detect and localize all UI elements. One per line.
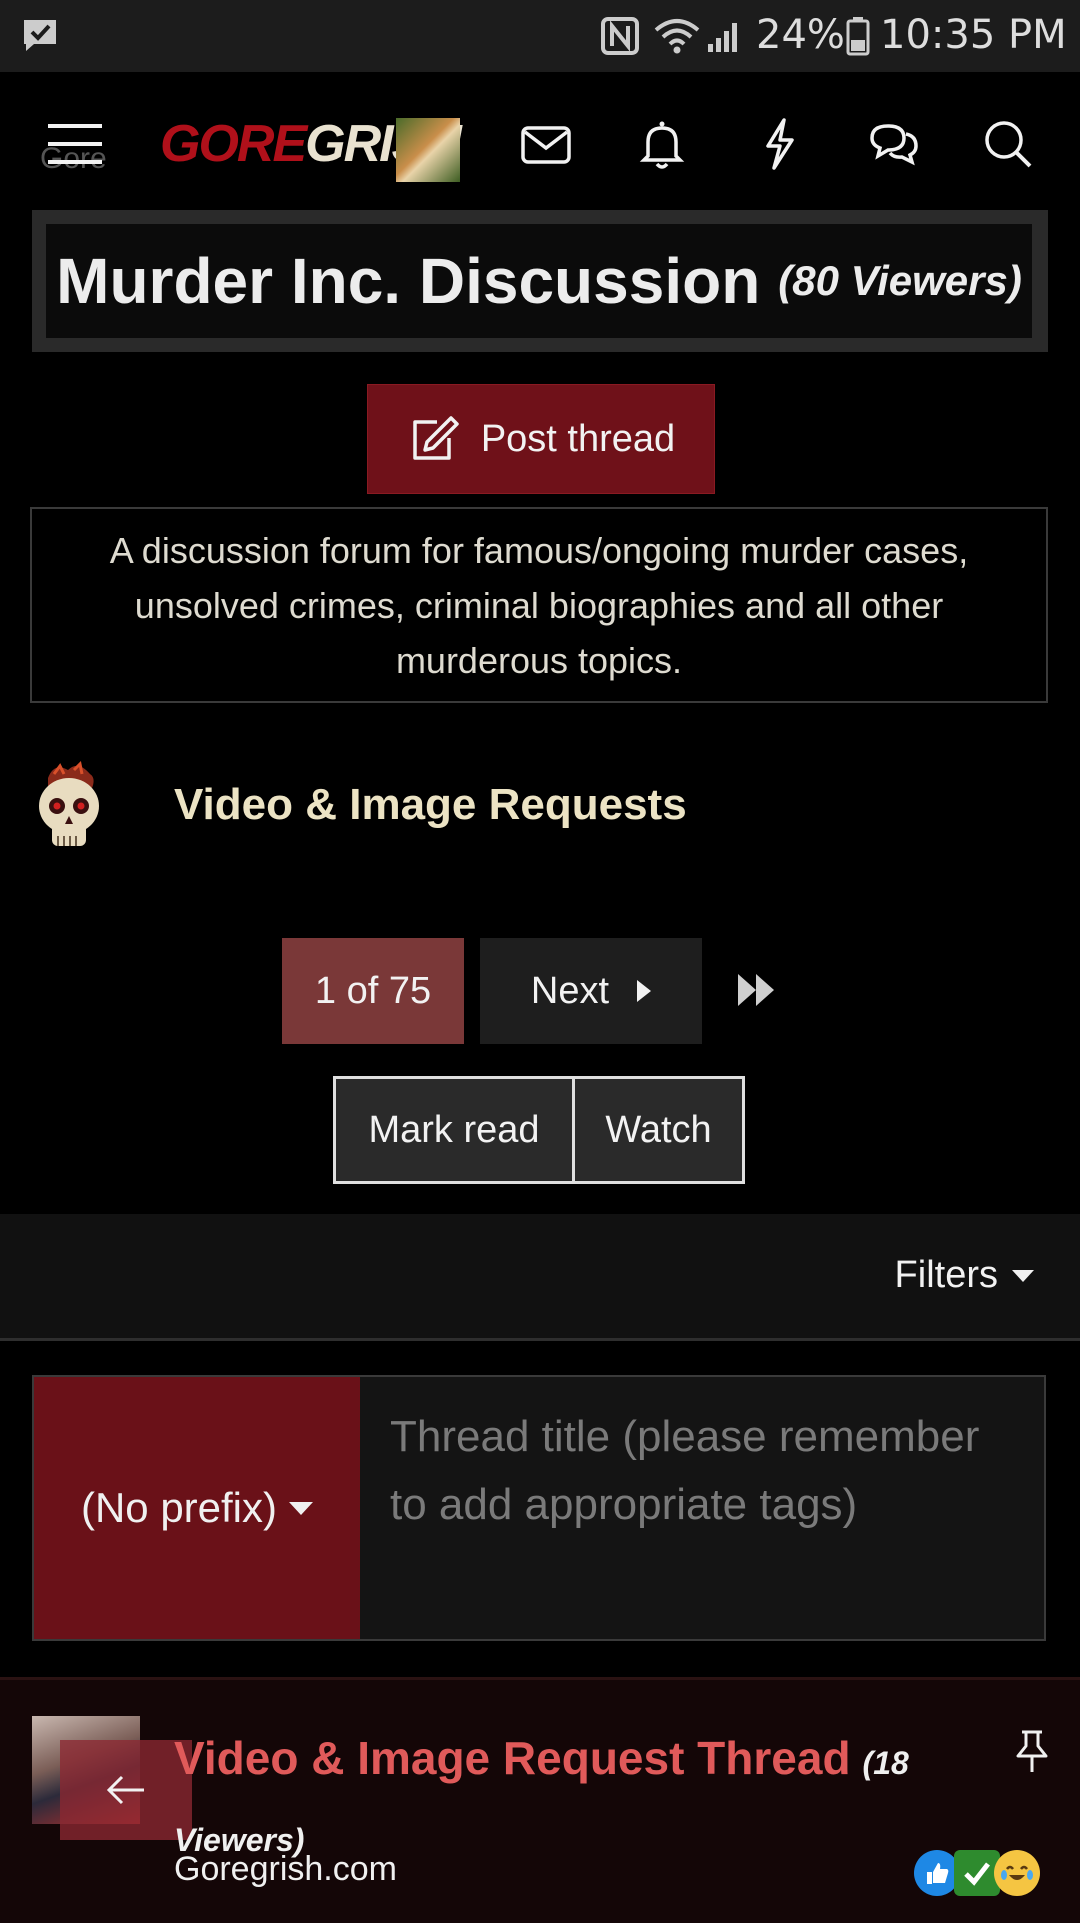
message-notification-icon — [24, 20, 56, 51]
signal-icon — [708, 23, 737, 52]
thread-list-item[interactable]: Video & Image Request Thread (18 Viewers)… — [0, 1677, 1080, 1923]
user-avatar[interactable] — [396, 118, 460, 182]
last-page-icon[interactable] — [734, 970, 782, 1010]
viewer-count: (80 Viewers) — [778, 257, 1022, 304]
caret-down-icon — [289, 1501, 314, 1515]
page-title: Murder Inc. Discussion — [56, 245, 761, 317]
next-page-button[interactable]: Next — [480, 938, 702, 1044]
post-thread-label: Post thread — [480, 417, 676, 460]
thread-forum-name[interactable]: Goregrish.com — [174, 1850, 397, 1889]
filters-button[interactable]: Filters — [895, 1254, 1034, 1297]
prefix-value: (No prefix) — [80, 1484, 278, 1531]
lightning-icon[interactable] — [752, 116, 808, 172]
mark-read-button[interactable]: Mark read — [336, 1079, 575, 1181]
hamburger-menu-icon[interactable] — [46, 116, 102, 172]
watch-button[interactable]: Watch — [575, 1079, 742, 1181]
edit-icon — [413, 416, 459, 460]
back-button[interactable] — [60, 1740, 192, 1840]
battery-icon — [846, 17, 870, 56]
post-thread-button[interactable]: Post thread — [367, 384, 715, 494]
skull-icon — [39, 760, 99, 846]
top-navbar: Gore GOREGRISH — [0, 72, 1080, 222]
thread-title-text: Video & Image Request Thread — [174, 1732, 851, 1784]
status-bar: 24% 10:35 PM — [0, 0, 1080, 72]
caret-down-icon — [1012, 1269, 1034, 1282]
nfc-icon — [601, 17, 639, 55]
thread-title-input[interactable] — [360, 1377, 1044, 1639]
mail-icon[interactable] — [518, 116, 574, 172]
forum-actions: Mark read Watch — [333, 1076, 745, 1184]
arrow-left-icon — [106, 1775, 144, 1805]
crying-laugh-reaction-icon — [994, 1850, 1040, 1896]
forum-title-banner: Murder Inc. Discussion (80 Viewers) — [46, 224, 1032, 338]
pin-icon — [1016, 1730, 1048, 1772]
battery-percent: 24% — [756, 12, 845, 58]
wifi-icon — [654, 19, 700, 54]
prefix-select[interactable]: (No prefix) — [34, 1377, 360, 1639]
filters-label: Filters — [894, 1254, 998, 1296]
filters-bar: Filters — [0, 1214, 1080, 1341]
bell-icon[interactable] — [634, 116, 690, 172]
next-page-label: Next — [530, 969, 610, 1012]
subforum-link[interactable]: Video & Image Requests — [174, 780, 687, 830]
forum-description: A discussion forum for famous/ongoing mu… — [30, 507, 1048, 703]
conversations-icon[interactable] — [866, 116, 922, 172]
clock: 10:35 PM — [880, 12, 1067, 58]
thread-reactions — [914, 1850, 1040, 1896]
page-indicator[interactable]: 1 of 75 — [282, 938, 464, 1044]
quick-thread-form: (No prefix) — [32, 1375, 1046, 1641]
forum-description-text: A discussion forum for famous/ongoing mu… — [109, 529, 969, 681]
search-icon[interactable] — [980, 116, 1036, 172]
caret-right-icon — [637, 980, 652, 1002]
